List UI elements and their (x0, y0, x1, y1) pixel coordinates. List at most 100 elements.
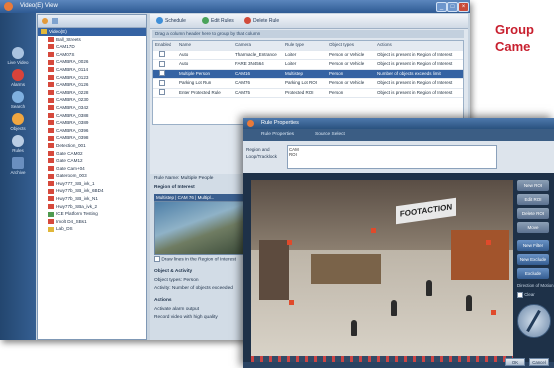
edit-rules-button[interactable]: Edit Rules (202, 17, 234, 24)
tree-item[interactable]: Detection_001 (38, 142, 146, 150)
rule-enabled-checkbox[interactable] (159, 60, 165, 67)
clear-option[interactable]: Clear (517, 292, 535, 298)
camera-video-frame[interactable]: FOOTACTION (251, 180, 513, 356)
tab-rule-properties[interactable]: Rule Properties (261, 132, 294, 137)
cancel-button[interactable]: Cancel (529, 358, 549, 366)
thumbnail-caption: Multistep | CAM 76 | Multipl... (154, 194, 246, 201)
folder-icon[interactable] (52, 18, 58, 24)
rule-enabled-checkbox[interactable] (159, 51, 165, 58)
col-enabled[interactable]: Enabled (155, 41, 171, 50)
roi-handle[interactable] (371, 228, 376, 233)
camera-icon (48, 128, 54, 133)
rule-enabled-checkbox[interactable] (159, 70, 165, 77)
rail-objects[interactable]: Objects (4, 113, 32, 131)
tree-item[interactable]: Imolt D4_SBs1 (38, 218, 146, 226)
region-thumbnail[interactable] (154, 201, 248, 255)
tree-item[interactable]: CAMBRA_0388 (38, 112, 146, 120)
tree-item[interactable]: Ball_Streets (38, 36, 146, 44)
side-button-delete-roi[interactable]: Delete ROI (517, 208, 549, 219)
tree-item[interactable]: ICE Platform Testing (38, 210, 146, 218)
row-enabled-cell[interactable] (159, 70, 165, 79)
table-row[interactable]: Multiple Person CAM16 Multistep Person Numbe… (153, 69, 463, 79)
col-actions[interactable]: Actions (377, 41, 463, 50)
side-button-new-roi[interactable]: New ROI (517, 180, 549, 191)
tree-item[interactable]: Hwy77b_SB_ivk_N1 (38, 195, 146, 203)
side-button-exclude[interactable]: Exclude (517, 268, 549, 279)
clear-checkbox[interactable] (517, 292, 523, 298)
tree-item[interactable]: Gate CAM02 (38, 150, 146, 158)
roi-handle[interactable] (491, 310, 496, 315)
table-row[interactable]: Enter Protected Rule CAM75 Protected ROI Pe… (153, 89, 463, 98)
camera-icon (48, 158, 54, 164)
roi-handle[interactable] (289, 300, 294, 305)
col-object-types[interactable]: Object types (329, 41, 373, 50)
tree-item[interactable]: Lab_DS (38, 225, 146, 233)
minimize-icon[interactable]: _ (436, 2, 447, 12)
tree-item-label: Imolt D4_SBs1 (56, 218, 87, 224)
tree-item[interactable]: CAM17D (38, 43, 146, 51)
ok-button[interactable]: OK (505, 358, 525, 366)
roi-handle[interactable] (486, 240, 491, 245)
direction-label: Direction of Motion (517, 283, 554, 288)
row-enabled-cell[interactable] (159, 60, 165, 69)
tab-source-select[interactable]: Source Select (315, 132, 345, 137)
search-icon (12, 91, 24, 103)
maximize-icon[interactable]: □ (447, 2, 458, 12)
loop-field-label: Loop/Tracklock (246, 154, 277, 159)
tree-item[interactable]: CAMBRA_0123 (38, 74, 146, 82)
tree-item[interactable]: Hwy77b_SB_ivk_6BD4 (38, 187, 146, 195)
camera-icon (48, 112, 54, 118)
tree-item[interactable]: Gate CAM12 (38, 157, 146, 165)
tree-item[interactable]: CAMBRA_0230 (38, 96, 146, 104)
close-icon[interactable]: × (458, 2, 469, 12)
delete-rule-button[interactable]: Delete Rule (244, 17, 279, 24)
col-rule-type[interactable]: Rule type (285, 41, 325, 50)
action-record: Record video with high quality (154, 315, 218, 320)
table-row[interactable]: Auto FARE 3N4564 Loiter Person or Vehicle Ob… (153, 60, 463, 70)
tree-item[interactable]: Video(E) (38, 28, 146, 36)
tree-item[interactable]: Gateroom_003 (38, 172, 146, 180)
side-button-edit-roi[interactable]: Edit ROI (517, 194, 549, 205)
rail-archive[interactable]: Archive (4, 157, 32, 175)
draw-lines-checkbox[interactable] (154, 256, 160, 262)
roi-handle[interactable] (287, 240, 292, 245)
col-name[interactable]: Name (179, 41, 229, 50)
tree-item[interactable]: CAMBRA_0398 (38, 134, 146, 142)
row-enabled-cell[interactable] (159, 51, 165, 60)
tree-item[interactable]: CAM07S (38, 51, 146, 59)
rule-enabled-checkbox[interactable] (159, 89, 165, 96)
tree-item[interactable]: Gate Cam+04 (38, 165, 146, 173)
row-enabled-cell[interactable] (159, 79, 165, 88)
rule-enabled-checkbox[interactable] (159, 79, 165, 86)
side-button-new-filter[interactable]: New Filter (517, 240, 549, 251)
tree-item[interactable]: CAMBRA_0126 (38, 81, 146, 89)
row-enabled-cell[interactable] (159, 89, 165, 98)
tree-item[interactable]: CAMBRA_0026 (38, 58, 146, 66)
draw-lines-option[interactable]: Draw lines in the Region of Interest (154, 256, 236, 262)
tree-item[interactable]: CAMBRA_0228 (38, 89, 146, 97)
rail-live-video[interactable]: Live Video (4, 47, 32, 65)
editor-logo-icon (247, 120, 254, 127)
person (351, 320, 357, 336)
rail-search[interactable]: Search (4, 91, 32, 109)
tree-item[interactable]: Hwy777_SB_ivk_1 (38, 180, 146, 188)
rail-alarms[interactable]: Alarms (4, 69, 32, 87)
table-row[interactable]: Auto Tharmacle_Entrance Loiter Person or Ve… (153, 51, 463, 60)
region-field[interactable]: CAM ROI (287, 145, 497, 169)
rule-camera-cell: Tharmacle_Entrance (235, 51, 277, 57)
object-types-value: Object types: Person (154, 278, 199, 283)
tree-item[interactable]: CAMBRA_0396 (38, 127, 146, 135)
direction-compass[interactable] (517, 304, 551, 338)
table-row[interactable]: Parking Lot Run CAM76 Parking Lot ROI Perso… (153, 79, 463, 89)
refresh-icon[interactable] (42, 18, 48, 24)
side-button-move[interactable]: Move (517, 222, 549, 233)
tree-item[interactable]: CAMBRA_0342 (38, 104, 146, 112)
schedule-button[interactable]: Schedule (156, 17, 186, 24)
camera-icon (48, 105, 54, 111)
tree-item[interactable]: Hwy77b_SBa_ivk_2 (38, 203, 146, 211)
tree-item[interactable]: CAMBRA_0114 (38, 66, 146, 74)
col-camera[interactable]: Camera (235, 41, 281, 50)
side-button-new-exclude[interactable]: New Exclude (517, 254, 549, 265)
rail-rules[interactable]: Rules (4, 135, 32, 153)
tree-item[interactable]: CAMBRA_0389 (38, 119, 146, 127)
